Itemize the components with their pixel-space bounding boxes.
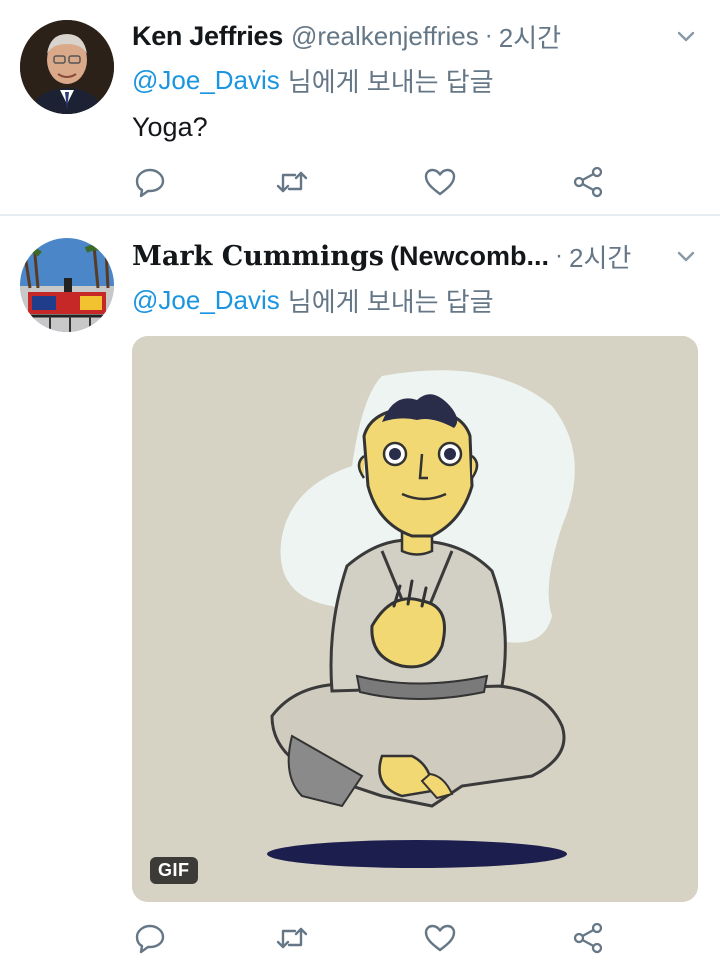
share-icon[interactable] — [570, 920, 606, 956]
chevron-down-icon[interactable] — [672, 242, 700, 270]
avatar[interactable] — [20, 20, 114, 114]
separator-dot: · — [554, 242, 563, 269]
tweet-ken-jeffries[interactable]: Ken Jeffries @realkenjeffries · 2시간 @Joe… — [0, 0, 720, 214]
reply-mention-link[interactable]: @Joe_Davis — [132, 65, 280, 96]
timestamp[interactable]: 2시간 — [499, 18, 561, 55]
tweet-header: Ken Jeffries @realkenjeffries · 2시간 — [132, 16, 700, 56]
tweet-text: Yoga? — [132, 112, 208, 142]
reply-mention-link[interactable]: @Joe_Davis — [132, 285, 280, 316]
tweet-actions — [132, 164, 612, 204]
tweet-header: Mark Cummings (Newcomb... · 2시간 — [132, 236, 700, 276]
reply-context: @Joe_Davis 님에게 보내는 답글 — [132, 282, 494, 318]
avatar[interactable] — [20, 238, 114, 332]
author-name[interactable]: Mark Cummings — [132, 241, 384, 272]
author-name[interactable]: Ken Jeffries — [132, 21, 283, 52]
retweet-icon[interactable] — [274, 164, 310, 200]
gif-badge: GIF — [150, 857, 198, 884]
reply-icon[interactable] — [132, 920, 168, 956]
retweet-icon[interactable] — [274, 920, 310, 956]
author-name-suffix[interactable]: (Newcomb... — [390, 241, 549, 272]
timestamp[interactable]: 2시간 — [569, 238, 631, 275]
reply-context-text: 님에게 보내는 답글 — [287, 286, 494, 317]
reply-context: @Joe_Davis 님에게 보내는 답글 — [132, 62, 494, 98]
tweet-actions — [132, 920, 612, 960]
separator-dot: · — [484, 22, 493, 49]
reply-icon[interactable] — [132, 164, 168, 200]
gif-media[interactable]: GIF — [132, 336, 698, 902]
chevron-down-icon[interactable] — [672, 22, 700, 50]
yoga-illustration — [132, 336, 698, 902]
author-handle[interactable]: @realkenjeffries — [291, 21, 479, 52]
like-icon[interactable] — [422, 164, 458, 200]
share-icon[interactable] — [570, 164, 606, 200]
like-icon[interactable] — [422, 920, 458, 956]
reply-context-text: 님에게 보내는 답글 — [287, 66, 494, 97]
